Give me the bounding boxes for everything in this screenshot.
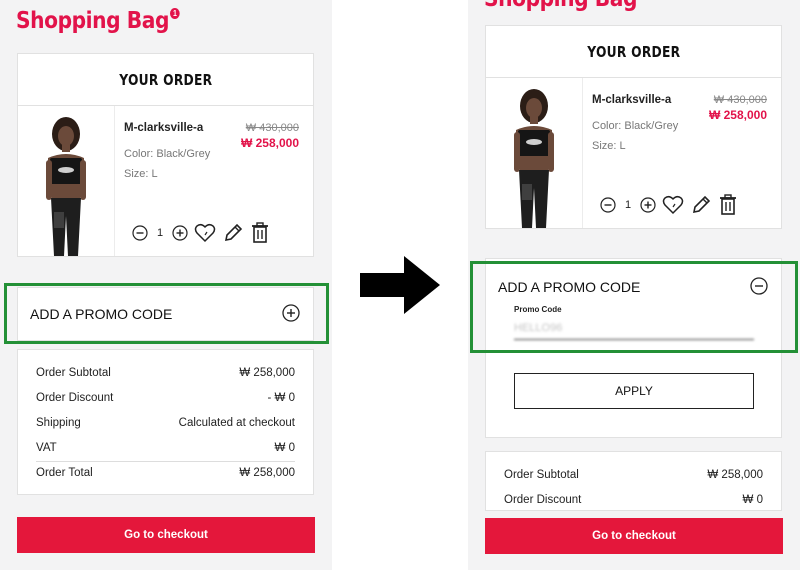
summary-divider: [36, 461, 295, 462]
heart-icon[interactable]: [662, 195, 684, 215]
product-size: Size: L: [592, 140, 626, 152]
sale-price: ₩ 258,000: [708, 108, 767, 122]
cart-item: M-clarksville-a Color: Black/Grey Size: …: [486, 78, 781, 228]
summary-row-subtotal: Order Subtotal ₩ 258,000: [36, 367, 295, 379]
page-title: Shopping Bag 1: [16, 8, 180, 34]
product-size: Size: L: [124, 168, 158, 180]
order-header: YOUR ORDER: [18, 54, 313, 106]
trash-icon[interactable]: [718, 194, 738, 216]
item-controls: 1: [600, 194, 738, 216]
bag-count-badge: 1: [169, 8, 180, 19]
order-card: YOUR ORDER M-clarksville-a Color: Black/…: [17, 53, 314, 257]
item-controls: 1: [132, 222, 270, 244]
summary-row-discount: Order Discount ₩ 0: [504, 494, 763, 506]
product-image[interactable]: [486, 78, 583, 228]
quantity-value: 1: [157, 227, 164, 239]
plus-icon[interactable]: [640, 197, 656, 213]
order-header: YOUR ORDER: [486, 26, 781, 78]
product-image[interactable]: [18, 106, 115, 256]
summary-row-shipping: Shipping Calculated at checkout: [36, 417, 295, 429]
summary-row-subtotal: Order Subtotal ₩ 258,000: [504, 469, 763, 481]
summary-row-total: Order Total ₩ 258,000: [36, 467, 295, 479]
cart-item: M-clarksville-a Color: Black/Grey Size: …: [18, 106, 313, 256]
product-color: Color: Black/Grey: [124, 148, 211, 160]
arrow-right-icon: [358, 254, 442, 321]
order-card: YOUR ORDER M-clarksville-a Color: Black/…: [485, 25, 782, 229]
trash-icon[interactable]: [250, 222, 270, 244]
plus-icon[interactable]: [172, 225, 188, 241]
minus-icon[interactable]: [600, 197, 616, 213]
product-color: Color: Black/Grey: [592, 120, 679, 132]
summary-row-vat: VAT ₩ 0: [36, 442, 295, 454]
summary-row-discount: Order Discount - ₩ 0: [36, 392, 295, 404]
original-price: ₩ 430,000: [245, 122, 299, 134]
apply-button[interactable]: APPLY: [514, 373, 754, 409]
pencil-icon[interactable]: [222, 222, 244, 244]
page-title: Shopping Bag: [484, 0, 637, 12]
order-summary: Order Subtotal ₩ 258,000 Order Discount ₩ …: [485, 451, 782, 511]
original-price: ₩ 430,000: [713, 94, 767, 106]
highlight-box: [4, 283, 329, 344]
pencil-icon[interactable]: [690, 194, 712, 216]
heart-icon[interactable]: [194, 223, 216, 243]
checkout-button[interactable]: Go to checkout: [17, 517, 315, 553]
order-summary: Order Subtotal ₩ 258,000 Order Discount - …: [17, 349, 314, 495]
highlight-box: [470, 261, 798, 353]
product-name[interactable]: M-clarksville-a: [592, 94, 671, 106]
product-name[interactable]: M-clarksville-a: [124, 122, 203, 134]
minus-icon[interactable]: [132, 225, 148, 241]
quantity-value: 1: [625, 199, 632, 211]
sale-price: ₩ 258,000: [240, 136, 299, 150]
checkout-button[interactable]: Go to checkout: [485, 518, 783, 554]
